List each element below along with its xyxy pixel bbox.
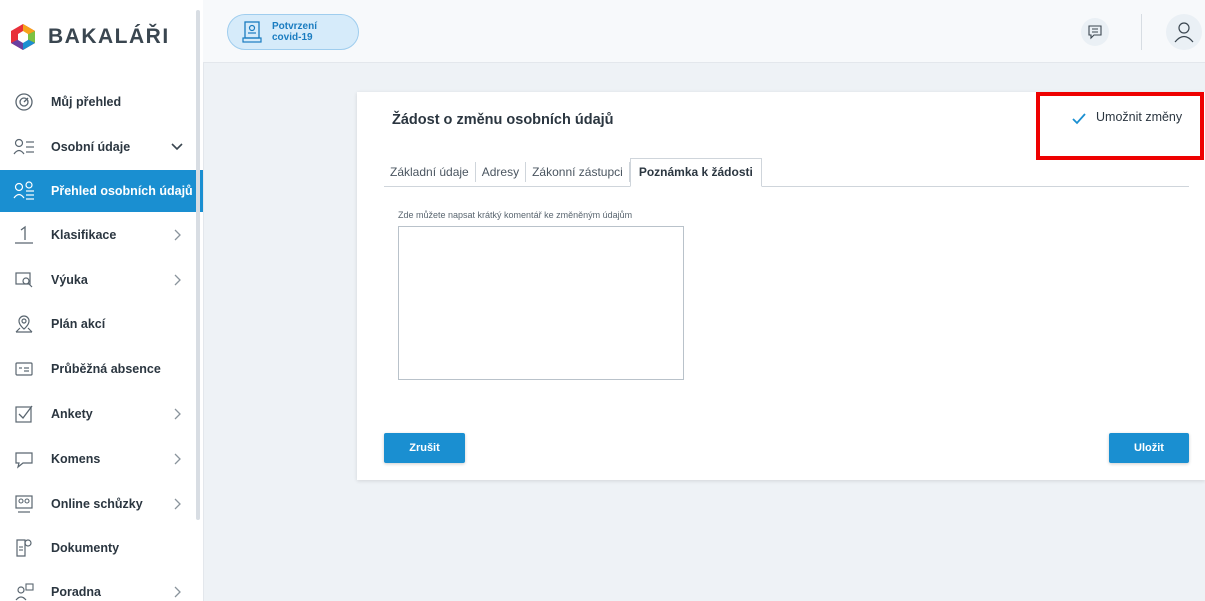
sidebar-item-label: Klasifikace: [51, 228, 117, 242]
sidebar-item-events[interactable]: Plán akcí: [0, 304, 203, 344]
chevron-right-icon: [174, 453, 181, 465]
dashboard-icon: [12, 90, 36, 114]
tab-request-note[interactable]: Poznámka k žádosti: [629, 158, 762, 187]
cancel-button[interactable]: Zrušit: [384, 433, 465, 463]
sidebar-item-teaching[interactable]: Výuka: [0, 260, 203, 300]
sidebar-item-label: Přehled osobních údajů: [51, 184, 193, 198]
sidebar-item-label: Průběžná absence: [51, 362, 161, 376]
sidebar-item-label: Online schůzky: [51, 497, 143, 511]
counseling-icon: [12, 580, 36, 601]
personal-data-icon: [12, 135, 36, 159]
page-title: Žádost o změnu osobních údajů: [392, 112, 614, 128]
user-icon: [1174, 22, 1194, 43]
covid-button-label: Potvrzení covid-19: [272, 21, 318, 43]
user-profile-button[interactable]: [1166, 14, 1202, 50]
sidebar-item-surveys[interactable]: Ankety: [0, 394, 203, 434]
personal-data-overview-icon: [12, 179, 36, 203]
checkmark-icon[interactable]: [1071, 112, 1087, 126]
events-icon: [12, 312, 36, 336]
chevron-right-icon: [174, 274, 181, 286]
allow-changes-highlight: Umožnit změny: [1036, 92, 1204, 160]
surveys-icon: [12, 402, 36, 426]
top-bar: Potvrzení covid-19: [203, 0, 1205, 63]
sidebar-item-label: Výuka: [51, 273, 88, 287]
change-request-card: Žádost o změnu osobních údajů Umožnit zm…: [357, 92, 1205, 480]
sidebar-item-label: Ankety: [51, 407, 93, 421]
note-field-label: Zde můžete napsat krátký komentář ke změ…: [398, 210, 633, 220]
sidebar-scrollbar[interactable]: [196, 10, 200, 520]
sidebar-item-label: Osobní údaje: [51, 140, 131, 154]
sidebar-item-label: Poradna: [51, 585, 102, 599]
chat-icon: [1088, 25, 1102, 40]
note-textarea[interactable]: [398, 226, 684, 380]
sidebar-item-absence[interactable]: Průběžná absence: [0, 349, 203, 389]
app-logo[interactable]: BAKALÁŘI: [10, 22, 170, 52]
form-tabs: Základní údaje Adresy Zákonní zástupci P…: [384, 158, 1189, 187]
sidebar-item-dashboard[interactable]: Můj přehled: [0, 82, 203, 122]
sidebar-item-counseling[interactable]: Poradna: [0, 572, 203, 601]
sidebar-item-grades[interactable]: Klasifikace: [0, 215, 203, 255]
sidebar-item-label: Komens: [51, 452, 101, 466]
messages-button[interactable]: [1081, 18, 1109, 46]
sidebar-item-label: Dokumenty: [51, 541, 120, 555]
chevron-down-icon: [171, 143, 183, 151]
sidebar-item-messages[interactable]: Komens: [0, 439, 203, 479]
tab-legal-guardians[interactable]: Zákonní zástupci: [526, 162, 630, 182]
sidebar-item-personal-data[interactable]: Osobní údaje: [0, 127, 203, 167]
sidebar-item-documents[interactable]: Dokumenty: [0, 528, 203, 568]
documents-icon: [12, 536, 36, 560]
teaching-icon: [12, 268, 36, 292]
save-button[interactable]: Uložit: [1109, 433, 1189, 463]
tab-basic-data[interactable]: Základní údaje: [384, 162, 476, 182]
allow-changes-toggle[interactable]: Umožnit změny: [1096, 110, 1182, 124]
grades-icon: [12, 223, 36, 247]
messages-icon: [12, 447, 36, 471]
covid-certificate-button[interactable]: Potvrzení covid-19: [227, 14, 359, 50]
sidebar-item-online-meetings[interactable]: Online schůzky: [0, 484, 203, 524]
bakalari-logo-icon: [11, 24, 35, 50]
chevron-right-icon: [174, 498, 181, 510]
sidebar: BAKALÁŘI Můj přehled Osobní údaje Přehle…: [0, 0, 204, 601]
chevron-right-icon: [174, 229, 181, 241]
sidebar-item-label: Plán akcí: [51, 317, 106, 331]
sidebar-item-personal-data-overview[interactable]: Přehled osobních údajů: [0, 170, 203, 212]
online-meetings-icon: [12, 492, 36, 516]
chevron-right-icon: [174, 586, 181, 598]
certificate-icon: [242, 21, 262, 43]
absence-icon: [12, 357, 36, 381]
chevron-right-icon: [174, 408, 181, 420]
topbar-divider: [1141, 14, 1142, 50]
tab-addresses[interactable]: Adresy: [476, 162, 527, 182]
app-name: BAKALÁŘI: [48, 25, 170, 48]
sidebar-item-label: Můj přehled: [51, 95, 122, 109]
